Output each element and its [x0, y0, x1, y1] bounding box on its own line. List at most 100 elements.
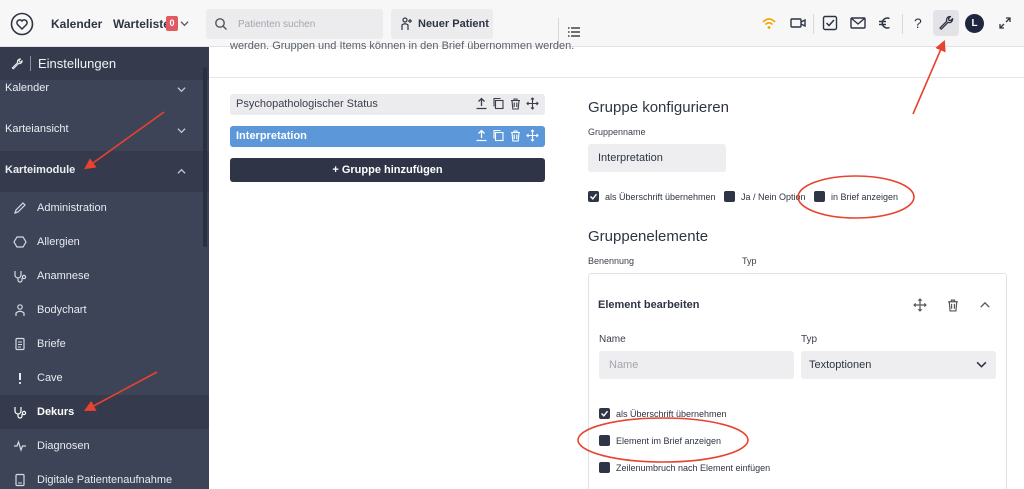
sidebar-item-label: Briefe	[37, 338, 66, 350]
sidebar-item-label: Administration	[37, 202, 107, 214]
config-heading: Gruppe konfigurieren	[588, 99, 729, 116]
sidebar-section-kalender[interactable]: Kalender	[0, 69, 209, 110]
sidebar-item-label: Cave	[37, 372, 63, 384]
tasks-icon[interactable]	[821, 14, 839, 32]
checkbox-in-brief[interactable]	[814, 191, 825, 202]
divider	[902, 14, 903, 34]
group-item[interactable]: Psychopathologischer Status	[230, 94, 545, 115]
waitlist-count-badge: 0	[166, 16, 178, 31]
tablet-icon	[15, 473, 25, 487]
checkmark-icon	[590, 193, 598, 200]
sidebar-scrollbar[interactable]	[203, 67, 207, 247]
groupname-field[interactable]: Interpretation	[588, 144, 726, 172]
chevron-down-icon	[177, 87, 186, 93]
group-name: Psychopathologischer Status	[236, 98, 378, 110]
sidebar-item-anamnese[interactable]: Anamnese	[0, 259, 209, 293]
stethoscope-icon	[14, 271, 27, 283]
groupname-value: Interpretation	[598, 152, 663, 164]
element-edit-panel: Element bearbeiten Name Typ Textoptionen…	[588, 273, 1007, 489]
sidebar-item-administration[interactable]: Administration	[0, 191, 209, 225]
sidebar-item-label: Diagnosen	[37, 440, 90, 452]
section-label: Karteimodule	[5, 164, 76, 176]
chevron-up-icon[interactable]	[978, 298, 992, 312]
checkbox-ueberschrift[interactable]	[588, 191, 599, 202]
sidebar-item-briefe[interactable]: Briefe	[0, 327, 209, 361]
chevron-up-icon	[177, 168, 186, 174]
sidebar-item-dekurs[interactable]: Dekurs	[0, 395, 209, 429]
copy-icon[interactable]	[492, 97, 507, 112]
group-name: Interpretation	[236, 130, 307, 142]
sidebar-item-allergien[interactable]: Allergien	[0, 225, 209, 259]
video-icon[interactable]	[789, 14, 807, 32]
panel-title: Element bearbeiten	[598, 299, 700, 311]
main-content: werden. Gruppen und Items können in den …	[209, 40, 1024, 489]
sidebar-section-karteimodule[interactable]: Karteimodule	[0, 151, 209, 192]
sidebar-section-karteiansicht[interactable]: Karteiansicht	[0, 110, 209, 151]
stethoscope-icon	[14, 407, 27, 419]
type-label: Typ	[801, 334, 818, 345]
checkbox-label: Ja / Nein Option	[741, 192, 806, 202]
checkbox-label: Zeilenumbruch nach Element einfügen	[616, 463, 771, 473]
description-text: werden. Gruppen und Items können in den …	[230, 40, 575, 52]
move-icon[interactable]	[913, 298, 927, 312]
settings-button[interactable]	[933, 10, 959, 36]
search-icon	[215, 18, 227, 30]
sidebar-item-label: Allergien	[37, 236, 80, 248]
waitlist-link[interactable]: Warteliste	[113, 17, 170, 31]
elements-heading: Gruppenelemente	[588, 228, 709, 245]
checkbox-zeilenumbruch[interactable]	[599, 462, 610, 473]
element-type-select[interactable]: Textoptionen	[801, 351, 996, 379]
search-input[interactable]	[238, 16, 348, 32]
export-icon[interactable]	[475, 97, 490, 112]
move-icon[interactable]	[526, 97, 541, 112]
type-value: Textoptionen	[809, 359, 872, 371]
element-name-input[interactable]	[599, 351, 794, 379]
wifi-icon[interactable]	[760, 14, 778, 32]
checkbox-ja-nein[interactable]	[724, 191, 735, 202]
sidebar-item-digitale-patientenaufnahme[interactable]: Digitale Patientenaufnahme	[0, 463, 209, 489]
column-header-name: Benennung	[588, 256, 635, 266]
export-icon[interactable]	[475, 129, 490, 144]
list-icon	[568, 27, 580, 37]
divider	[813, 14, 814, 34]
avatar[interactable]: L	[965, 14, 984, 33]
divider	[209, 77, 1024, 78]
column-header-type: Typ	[742, 256, 757, 266]
checkbox-label: Element im Brief anzeigen	[616, 436, 722, 446]
expand-icon[interactable]	[998, 16, 1012, 30]
checkbox-label: als Überschrift übernehmen	[616, 409, 727, 419]
group-actions	[473, 129, 541, 144]
pencil-icon	[14, 202, 26, 214]
help-icon[interactable]: ?	[914, 15, 922, 31]
name-label: Name	[599, 334, 626, 345]
add-group-button[interactable]: + Gruppe hinzufügen	[230, 158, 545, 182]
checkmark-icon	[601, 410, 609, 417]
euro-icon[interactable]	[876, 14, 894, 32]
copy-icon[interactable]	[492, 129, 507, 144]
trash-icon[interactable]	[509, 97, 524, 112]
sidebar-item-diagnosen[interactable]: Diagnosen	[0, 429, 209, 463]
group-actions	[473, 97, 541, 112]
sidebar-item-label: Bodychart	[37, 304, 87, 316]
heart-logo-icon[interactable]	[10, 12, 34, 36]
new-patient-button[interactable]: Neuer Patient	[391, 9, 493, 39]
new-patient-label: Neuer Patient	[418, 18, 489, 30]
patient-search	[206, 9, 580, 48]
checkbox-element-ueberschrift[interactable]	[599, 408, 610, 419]
calendar-link[interactable]: Kalender	[51, 17, 102, 31]
move-icon[interactable]	[526, 129, 541, 144]
checkbox-label: als Überschrift übernehmen	[605, 192, 716, 202]
trash-icon[interactable]	[946, 298, 960, 312]
sidebar-item-bodychart[interactable]: Bodychart	[0, 293, 209, 327]
chevron-down-icon	[976, 361, 987, 368]
document-icon	[15, 337, 25, 351]
checkbox-element-im-brief[interactable]	[599, 435, 610, 446]
sidebar-item-label: Digitale Patientenaufnahme	[37, 474, 173, 486]
chevron-down-icon[interactable]	[180, 19, 189, 28]
group-item-selected[interactable]: Interpretation	[230, 126, 545, 147]
mail-icon[interactable]	[849, 14, 867, 32]
trash-icon[interactable]	[509, 129, 524, 144]
section-label: Kalender	[5, 82, 50, 94]
sidebar-item-label: Dekurs	[37, 406, 75, 418]
sidebar-item-cave[interactable]: Cave	[0, 361, 209, 395]
